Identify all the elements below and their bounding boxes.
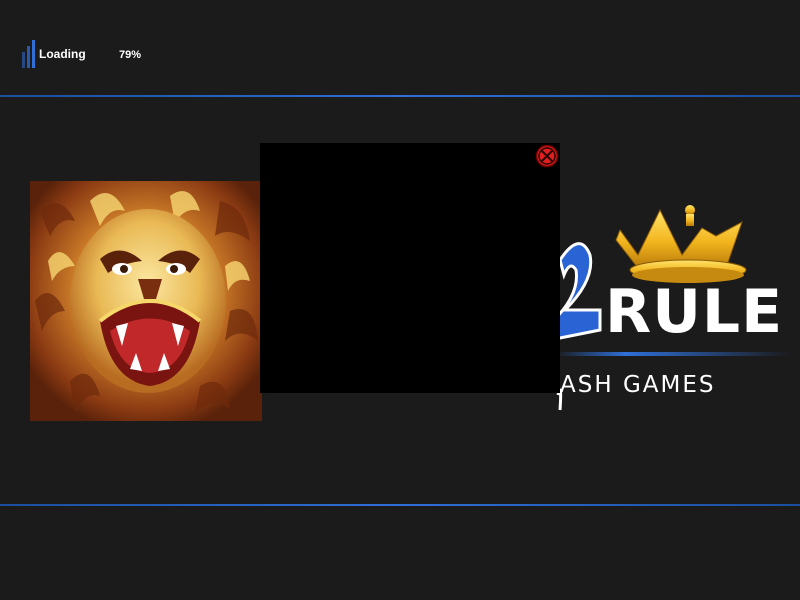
ad-overlay	[260, 143, 560, 393]
game-logo: RULE ASH GAMES	[520, 200, 790, 420]
loading-label: Loading	[39, 47, 86, 61]
game-loading-screen: Loading 79% RULE ASH GAMES	[0, 0, 800, 600]
loading-percent: 79%	[119, 49, 142, 61]
close-circle-icon	[535, 144, 559, 168]
logo-wordmark: RULE	[605, 277, 784, 347]
loading-indicator: Loading	[22, 40, 86, 68]
close-button[interactable]	[534, 143, 560, 169]
bottom-divider	[0, 504, 800, 506]
top-divider	[0, 95, 800, 97]
logo-tagline: ASH GAMES	[560, 372, 716, 398]
signal-bars-icon	[22, 40, 35, 68]
lion-illustration	[30, 181, 262, 421]
